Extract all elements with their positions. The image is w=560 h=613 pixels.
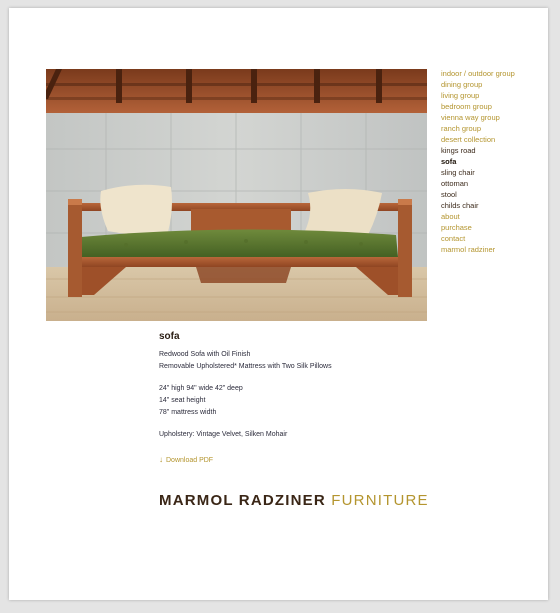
dimension-line: 78" mattress width <box>159 409 217 416</box>
dimension-line: 14" seat height <box>159 397 206 404</box>
product-title: sofa <box>159 331 180 342</box>
sidebar-nav: indoor / outdoor group dining group livi… <box>441 68 546 255</box>
nav-item-kings-road[interactable]: kings road <box>441 145 546 156</box>
nav-item-living-group[interactable]: living group <box>441 90 546 101</box>
download-pdf-label: Download PDF <box>166 457 214 464</box>
detail-line: Removable Upholstered* Mattress with Two… <box>159 363 332 370</box>
nav-item-bedroom-group[interactable]: bedroom group <box>441 101 546 112</box>
brand-name: MARMOL RADZINER <box>159 492 326 509</box>
nav-item-ranch-group[interactable]: ranch group <box>441 123 546 134</box>
nav-item-childs-chair[interactable]: childs chair <box>441 200 546 211</box>
nav-item-purchase[interactable]: purchase <box>441 222 546 233</box>
brand-wordmark: MARMOL RADZINER FURNITURE <box>159 492 429 509</box>
upholstery-line: Upholstery: Vintage Velvet, Silken Mohai… <box>159 431 288 438</box>
dimension-line: 24" high 94" wide 42" deep <box>159 385 243 392</box>
nav-item-contact[interactable]: contact <box>441 233 546 244</box>
page-container: indoor / outdoor group dining group livi… <box>9 8 548 600</box>
nav-item-indoor-outdoor-group[interactable]: indoor / outdoor group <box>441 68 546 79</box>
nav-item-sofa[interactable]: sofa <box>441 156 546 167</box>
product-description: Redwood Sofa with Oil Finish Removable U… <box>159 349 332 451</box>
product-dimensions: 24" high 94" wide 42" deep 14" seat heig… <box>159 383 332 419</box>
product-upholstery: Upholstery: Vintage Velvet, Silken Mohai… <box>159 429 332 441</box>
brand-furniture: FURNITURE <box>331 492 429 509</box>
nav-item-sling-chair[interactable]: sling chair <box>441 167 546 178</box>
download-pdf-link[interactable]: ↓ Download PDF <box>159 455 213 464</box>
down-arrow-icon: ↓ <box>159 455 163 464</box>
nav-item-about[interactable]: about <box>441 211 546 222</box>
product-details: Redwood Sofa with Oil Finish Removable U… <box>159 349 332 373</box>
nav-item-dining-group[interactable]: dining group <box>441 79 546 90</box>
detail-line: Redwood Sofa with Oil Finish <box>159 351 251 358</box>
nav-item-stool[interactable]: stool <box>441 189 546 200</box>
product-photo <box>46 69 427 321</box>
nav-item-vienna-way-group[interactable]: vienna way group <box>441 112 546 123</box>
nav-item-desert-collection[interactable]: desert collection <box>441 134 546 145</box>
nav-item-marmol-radziner[interactable]: marmol radziner <box>441 244 546 255</box>
nav-item-ottoman[interactable]: ottoman <box>441 178 546 189</box>
